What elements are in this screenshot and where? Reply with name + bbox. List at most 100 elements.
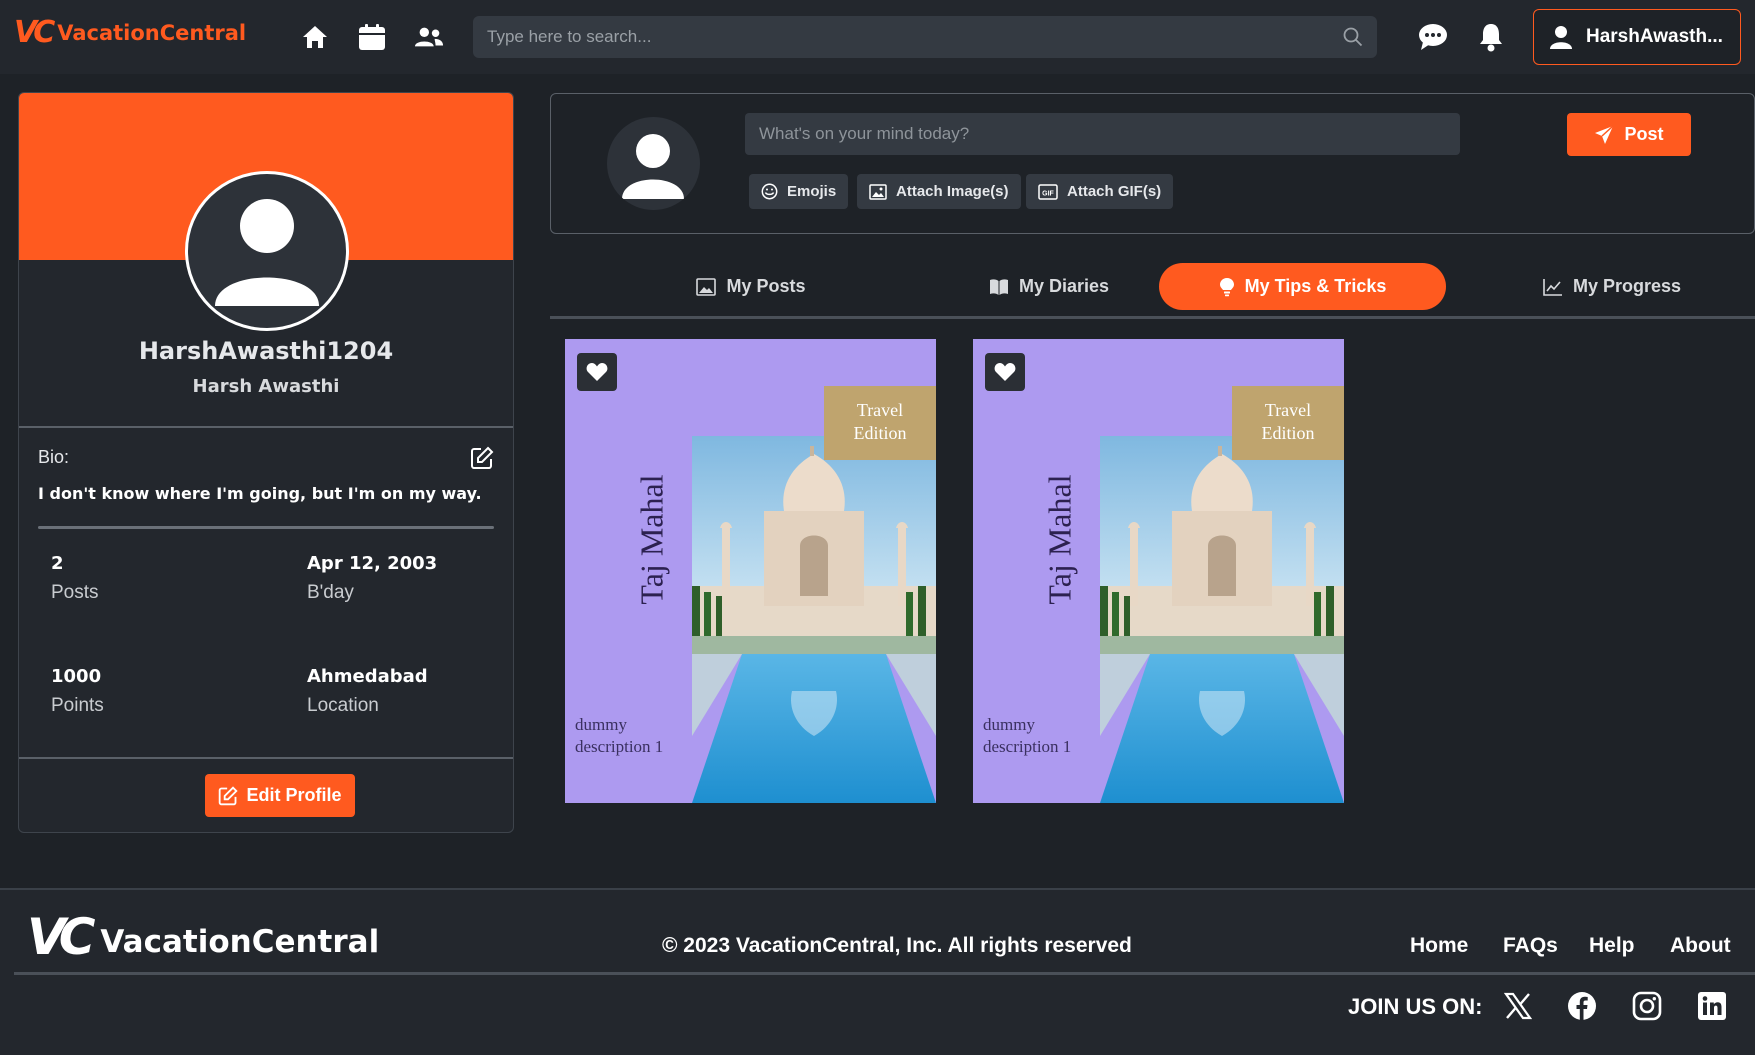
card-title: Taj Mahal xyxy=(633,473,670,605)
copyright-text: © 2023 VacationCentral, Inc. All rights … xyxy=(662,934,1132,957)
user-menu-button[interactable]: HarshAwasth... xyxy=(1533,9,1741,65)
logo-text: VacationCentral xyxy=(57,21,247,45)
profile-tabs: My Posts My Diaries My Tips & Tricks My … xyxy=(550,263,1755,319)
stat-label: Posts xyxy=(51,582,99,603)
footer-link-help[interactable]: Help xyxy=(1589,934,1635,958)
attach-gifs-label: Attach GIF(s) xyxy=(1067,183,1162,200)
bulb-icon xyxy=(1219,277,1234,296)
post-button[interactable]: Post xyxy=(1567,113,1691,156)
image-icon xyxy=(869,183,887,200)
edition-line1: Travel xyxy=(1264,400,1312,420)
card-description: dummy description 1 xyxy=(575,715,664,756)
post-composer: Post Emojis Attach Image(s) GIF Attach G… xyxy=(550,93,1755,234)
stat-location: Ahmedabad Location xyxy=(307,666,428,717)
profile-avatar xyxy=(185,171,349,331)
tip-card[interactable]: Travel Edition Taj Mahal dummy descripti… xyxy=(565,339,936,803)
taj-mahal-image xyxy=(692,436,936,803)
join-us-label: JOIN US ON: xyxy=(1348,994,1483,1019)
footer-logo-mark: VC xyxy=(27,908,95,966)
user-menu-label: HarshAwasth... xyxy=(1586,26,1723,47)
taj-mahal-image xyxy=(1100,436,1344,803)
brand-logo[interactable]: VC VacationCentral xyxy=(14,18,246,48)
edit-bio-icon[interactable] xyxy=(470,446,494,470)
search-icon[interactable] xyxy=(1343,27,1363,47)
footer-link-faqs[interactable]: FAQs xyxy=(1503,934,1558,958)
stat-value: 1000 xyxy=(51,666,102,687)
heart-icon xyxy=(994,363,1016,381)
calendar-icon[interactable] xyxy=(357,22,387,52)
card-title-wrap: Taj Mahal xyxy=(1004,464,1116,614)
card-description: dummy description 1 xyxy=(983,715,1072,756)
friends-icon[interactable] xyxy=(414,22,444,52)
footer-link-about[interactable]: About xyxy=(1670,934,1731,958)
stat-label: B'day xyxy=(307,582,354,603)
tab-label: My Diaries xyxy=(1018,276,1110,296)
stat-points: 1000 Points xyxy=(51,666,104,717)
emojis-label: Emojis xyxy=(787,183,837,200)
edit-profile-button[interactable]: Edit Profile xyxy=(205,774,355,817)
tip-card[interactable]: Travel Edition Taj Mahal dummy descripti… xyxy=(973,339,1344,803)
post-input[interactable] xyxy=(745,113,1460,155)
tab-label: My Tips & Tricks xyxy=(1244,276,1387,296)
footer-logo[interactable]: VC VacationCentral xyxy=(27,912,379,962)
search-bar xyxy=(473,16,1377,58)
stat-label: Location xyxy=(307,695,379,716)
bell-icon[interactable] xyxy=(1476,22,1506,52)
composer-avatar xyxy=(607,117,700,210)
x-icon[interactable] xyxy=(1501,989,1535,1023)
tab-label: My Posts xyxy=(726,276,806,296)
image-icon xyxy=(696,277,717,296)
gif-icon: GIF xyxy=(1038,183,1058,200)
attach-gifs-button[interactable]: GIF Attach GIF(s) xyxy=(1026,174,1174,209)
edition-line2: Edition xyxy=(1261,423,1315,443)
tabs-underline xyxy=(550,316,1755,319)
edition-line2: Edition xyxy=(853,423,907,443)
profile-username: HarshAwasthi1204 xyxy=(138,337,394,365)
stat-label: Points xyxy=(51,695,104,716)
emojis-button[interactable]: Emojis xyxy=(749,174,849,209)
bio-text: I don't know where I'm going, but I'm on… xyxy=(38,484,482,503)
edition-badge: Travel Edition xyxy=(824,386,936,460)
emoji-icon xyxy=(761,183,778,200)
home-icon[interactable] xyxy=(300,22,330,52)
stat-birthday: Apr 12, 2003 B'day xyxy=(307,553,437,604)
favorite-button[interactable] xyxy=(985,353,1025,391)
tab-my-tips-and-tricks[interactable]: My Tips & Tricks xyxy=(1159,263,1446,310)
edit-profile-label: Edit Profile xyxy=(246,785,342,805)
card-title: Taj Mahal xyxy=(1041,473,1078,605)
attach-images-label: Attach Image(s) xyxy=(896,183,1009,200)
instagram-icon[interactable] xyxy=(1630,989,1664,1023)
footer-link-home[interactable]: Home xyxy=(1410,934,1468,958)
profile-divider xyxy=(19,426,513,428)
edition-line1: Travel xyxy=(856,400,904,420)
footer-logo-text: VacationCentral xyxy=(100,924,380,960)
footer-divider xyxy=(14,972,1755,975)
chart-icon xyxy=(1543,278,1562,296)
profile-fullname: Harsh Awasthi xyxy=(192,376,340,397)
site-footer: VC VacationCentral © 2023 VacationCentra… xyxy=(0,888,1755,1055)
tab-my-progress[interactable]: My Progress xyxy=(1486,263,1738,310)
chat-icon[interactable] xyxy=(1418,22,1448,52)
top-navbar: VC VacationCentral HarshAwasth... xyxy=(0,0,1755,74)
facebook-icon[interactable] xyxy=(1565,989,1599,1023)
tab-label: My Progress xyxy=(1572,276,1682,296)
edit-icon xyxy=(219,785,239,805)
card-title-wrap: Taj Mahal xyxy=(596,464,708,614)
logo-mark: VC xyxy=(14,15,55,50)
attach-images-button[interactable]: Attach Image(s) xyxy=(857,174,1021,209)
edition-badge: Travel Edition xyxy=(1232,386,1344,460)
tab-my-posts[interactable]: My Posts xyxy=(625,263,877,310)
favorite-button[interactable] xyxy=(577,353,617,391)
user-icon xyxy=(1550,26,1572,49)
stat-posts: 2 Posts xyxy=(51,553,99,604)
search-input[interactable] xyxy=(487,27,1343,47)
linkedin-icon[interactable] xyxy=(1695,989,1729,1023)
profile-card: HarshAwasthi1204 Harsh Awasthi Bio: I do… xyxy=(18,92,514,833)
stat-value: Apr 12, 2003 xyxy=(307,553,438,574)
stat-value: 2 xyxy=(51,553,64,574)
profile-footer-divider xyxy=(19,757,513,759)
book-icon xyxy=(989,278,1008,295)
stat-value: Ahmedabad xyxy=(307,666,428,687)
tab-my-diaries[interactable]: My Diaries xyxy=(923,263,1175,310)
heart-icon xyxy=(586,363,608,381)
